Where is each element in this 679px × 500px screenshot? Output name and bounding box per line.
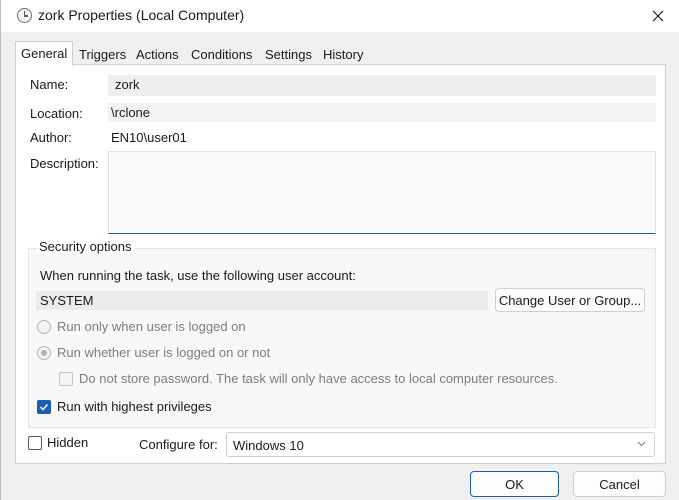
- configure-for-select[interactable]: Windows 10: [226, 432, 655, 457]
- general-tab-panel: Name: zork Location: \rclone Author: EN1…: [15, 64, 666, 464]
- radio-logged-on-label: Run only when user is logged on: [57, 319, 246, 334]
- tab-general[interactable]: General: [15, 41, 74, 66]
- window-title: zork Properties (Local Computer): [38, 7, 245, 23]
- author-label: Author:: [30, 130, 72, 145]
- title-bar: zork Properties (Local Computer): [1, 0, 679, 32]
- close-button[interactable]: [644, 2, 672, 30]
- change-user-button[interactable]: Change User or Group...: [495, 288, 645, 312]
- location-value: \rclone: [108, 103, 656, 122]
- chevron-down-icon: [637, 441, 646, 447]
- radio-logged-on[interactable]: [37, 320, 51, 334]
- cancel-button[interactable]: Cancel: [573, 471, 666, 497]
- tab-settings[interactable]: Settings: [261, 44, 316, 65]
- tab-triggers[interactable]: Triggers: [75, 44, 130, 65]
- radio-whether-logged-on[interactable]: [37, 346, 51, 360]
- security-options-group: Security options When running the task, …: [28, 239, 656, 428]
- description-label: Description:: [30, 156, 99, 171]
- close-icon: [652, 10, 664, 22]
- highest-privileges-checkbox[interactable]: [37, 400, 51, 414]
- name-field[interactable]: zork: [108, 75, 656, 96]
- radio-whether-logged-on-label: Run whether user is logged on or not: [57, 345, 271, 360]
- configure-for-value: Windows 10: [233, 438, 304, 453]
- location-label: Location:: [30, 106, 83, 121]
- no-store-password-label: Do not store password. The task will onl…: [79, 371, 558, 386]
- tab-history[interactable]: History: [319, 44, 367, 65]
- author-value: EN10\user01: [111, 130, 187, 145]
- description-textarea[interactable]: [108, 151, 656, 234]
- account-prompt: When running the task, use the following…: [40, 268, 356, 283]
- no-store-password-checkbox[interactable]: [59, 372, 73, 386]
- highest-privileges-label: Run with highest privileges: [57, 399, 212, 414]
- user-account-field: SYSTEM: [36, 291, 488, 310]
- configure-for-label: Configure for:: [139, 437, 218, 452]
- tab-actions[interactable]: Actions: [132, 44, 183, 65]
- tab-conditions[interactable]: Conditions: [187, 44, 256, 65]
- clock-icon: [17, 8, 32, 23]
- security-options-title: Security options: [37, 239, 134, 254]
- checkmark-icon: [39, 403, 49, 411]
- hidden-checkbox[interactable]: [28, 436, 42, 450]
- properties-dialog: zork Properties (Local Computer) General…: [0, 0, 679, 500]
- name-label: Name:: [30, 77, 69, 92]
- ok-button[interactable]: OK: [470, 471, 559, 497]
- hidden-label: Hidden: [47, 435, 89, 450]
